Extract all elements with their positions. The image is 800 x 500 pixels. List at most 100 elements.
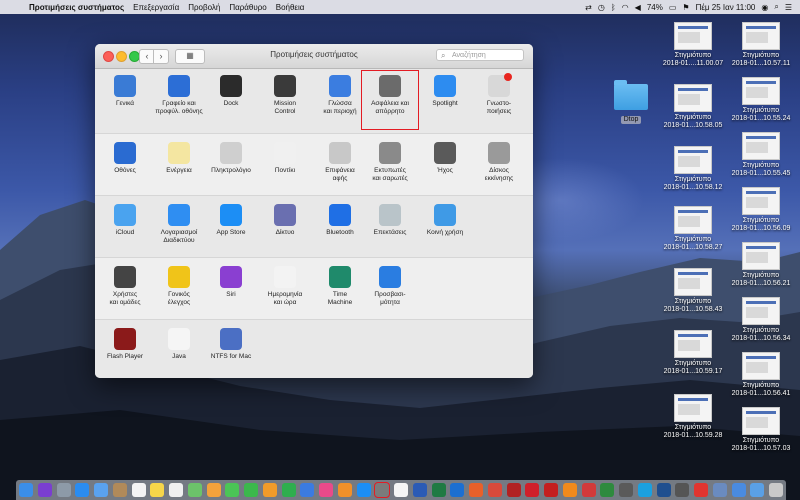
pane-bluetooth[interactable]: Bluetooth [313,204,367,237]
desktop-screenshot-file[interactable]: Στιγμιότυπο 2018-01...10.58.43 [662,268,724,314]
pane-keyboard[interactable]: Πληκτρολόγιο [204,142,258,175]
volume-icon[interactable]: ◀ [635,3,641,12]
dock-trash-icon[interactable] [769,483,783,497]
search-input[interactable]: ⌕ Αναζήτηση [436,49,524,61]
pane-sound[interactable]: Ήχος [418,142,472,175]
spotlight-status-icon[interactable]: ⌕ [774,2,778,12]
wifi-icon[interactable]: ◠ [622,3,629,12]
pane-startup-disk[interactable]: Δίσκος εκκίνησης [472,142,526,183]
pane-displays[interactable]: Οθόνες [98,142,152,175]
dock-safari-icon[interactable] [75,483,90,497]
dock-calculator-icon[interactable] [675,483,690,497]
dock-antivirus-icon[interactable] [600,483,615,497]
dock-anydesk-icon[interactable] [694,483,708,497]
dock-launchpad-icon[interactable] [56,483,71,497]
dock-numbers-icon[interactable] [281,483,296,497]
dock-contacts-icon[interactable] [112,483,127,497]
pane-internet-accounts[interactable]: Λογαριασμοί Διαδικτύου [152,204,206,245]
siri-status-icon[interactable]: ◉ [761,3,768,12]
dock-textedit-icon[interactable] [394,483,408,497]
pane-mission-control[interactable]: Mission Control [258,75,312,116]
dock-facetime-icon[interactable] [244,483,258,497]
clock[interactable]: Πέμ 25 Ιαν 11:00 [696,3,756,12]
desktop-screenshot-file[interactable]: Στιγμιότυπο 2018-01...10.57.11 [730,22,792,68]
pane-icloud[interactable]: iCloud [98,204,152,237]
pane-parental-controls[interactable]: Γονικός έλεγχος [152,266,206,307]
desktop-folder-dtop[interactable]: Dtop [600,80,662,124]
desktop-screenshot-file[interactable]: Στιγμιότυπο 2018-01...10.56.41 [730,352,792,398]
desktop-screenshot-file[interactable]: Στιγμιότυπο 2018-01...10.58.27 [662,206,724,252]
pane-general[interactable]: Γενικά [98,75,152,108]
dock-vpn-icon[interactable] [656,483,671,497]
pane-spotlight[interactable]: Spotlight [418,75,472,108]
timemachine-status-icon[interactable]: ◷ [598,3,605,12]
menu-help[interactable]: Βοήθεια [276,3,305,12]
pane-dock[interactable]: Dock [204,75,258,108]
notification-center-icon[interactable]: ☰ [785,3,792,12]
pane-ntfs[interactable]: NTFS for Mac [204,328,258,361]
dock-utility-icon[interactable] [619,483,633,497]
desktop-screenshot-file[interactable]: Στιγμιότυπο 2018-01...10.57.03 [730,407,792,453]
pane-printers[interactable]: Εκτυπωτές και σαρωτές [363,142,417,183]
dock-pages-icon[interactable] [262,483,277,497]
dock-firefox-icon[interactable] [469,483,483,497]
menu-view[interactable]: Προβολή [188,3,220,12]
pane-extensions[interactable]: Επεκτάσεις [363,204,417,237]
pane-language-region[interactable]: Γλώσσα και περιοχή [313,75,367,116]
dock-maps-icon[interactable] [187,483,202,497]
dock-teamviewer-icon[interactable] [450,483,465,497]
teamviewer-status-icon[interactable]: ⇄ [585,3,592,12]
pane-desktop-screensaver[interactable]: Γραφείο και προφύλ. οθόνης [152,75,206,116]
desktop-screenshot-file[interactable]: Στιγμιότυπο 2018-01...10.56.34 [730,297,792,343]
desktop-screenshot-file[interactable]: Στιγμιότυπο 2018-01...10.56.09 [730,187,792,233]
bluetooth-status-icon[interactable]: ᛒ [611,3,616,12]
dock-ninja-icon[interactable] [581,483,596,497]
pane-accessibility[interactable]: Προσβασι- μότητα [363,266,417,307]
dock-calendar-icon[interactable] [131,483,146,497]
desktop-screenshot-file[interactable]: Στιγμιότυπο 2018-01...10.59.17 [662,330,724,376]
pane-users-groups[interactable]: Χρήστες και ομάδες [98,266,152,307]
dock-opera-icon[interactable] [525,483,540,497]
dock-messages-icon[interactable] [225,483,240,497]
pane-java[interactable]: Java [152,328,206,361]
desktop-screenshot-file[interactable]: Στιγμιότυπο 2018-01...10.58.05 [662,84,724,130]
dock-siri-icon[interactable] [37,483,52,497]
dock-preview-icon[interactable] [712,483,727,497]
menu-edit[interactable]: Επεξεργασία [133,3,179,12]
title-bar[interactable]: ‹ › ▦ Προτιμήσεις συστήματος ⌕ Αναζήτηση [95,44,533,69]
pane-time-machine[interactable]: Time Machine [313,266,367,307]
dock-word-icon[interactable] [412,483,427,497]
pane-app-store[interactable]: App Store [204,204,258,237]
dock-ibooks-icon[interactable] [337,483,352,497]
desktop-screenshot-file[interactable]: Στιγμιότυπο 2018-01...10.59.28 [662,394,724,440]
dock-notes-icon[interactable] [150,483,165,497]
dock-vlc-icon[interactable] [562,483,577,497]
dock-photo-booth-icon[interactable] [506,483,521,497]
dock-itunes-icon[interactable] [319,483,333,497]
dock-excel-icon[interactable] [431,483,446,497]
pane-flash-player[interactable]: Flash Player [98,328,152,361]
pane-trackpad[interactable]: Επιφάνεια αφής [313,142,367,183]
desktop-screenshot-file[interactable]: Στιγμιότυπο 2018-01....11.00.07 [662,22,724,68]
pane-network[interactable]: Δίκτυο [258,204,312,237]
dock-mail-icon[interactable] [94,483,108,497]
flag-icon[interactable]: ⚑ [682,3,689,12]
pane-mouse[interactable]: Ποντίκι [258,142,312,175]
dock-reminders-icon[interactable] [169,483,183,497]
pane-sharing[interactable]: Κοινή χρήση [418,204,472,237]
dock-acrobat-icon[interactable] [544,483,558,497]
dock-finder-icon[interactable] [19,483,33,497]
dock-skype-icon[interactable] [637,483,652,497]
pane-date-time[interactable]: Ημερομηνία και ώρα [258,266,312,307]
desktop-screenshot-file[interactable]: Στιγμιότυπο 2018-01...10.56.21 [730,242,792,288]
dock-chrome-icon[interactable] [487,483,502,497]
dock-photos-icon[interactable] [206,483,221,497]
dock-downloads-icon[interactable] [731,483,746,497]
pane-security-privacy[interactable]: Ασφάλεια και απόρρητο [361,70,419,130]
dock-system-preferences-icon[interactable] [374,482,391,498]
desktop-screenshot-file[interactable]: Στιγμιότυπο 2018-01...10.55.45 [730,132,792,178]
pane-siri[interactable]: Siri [204,266,258,299]
dock-folder-icon[interactable] [750,483,765,497]
battery-percent[interactable]: 74% [647,3,663,12]
desktop-screenshot-file[interactable]: Στιγμιότυπο 2018-01...10.55.24 [730,77,792,123]
